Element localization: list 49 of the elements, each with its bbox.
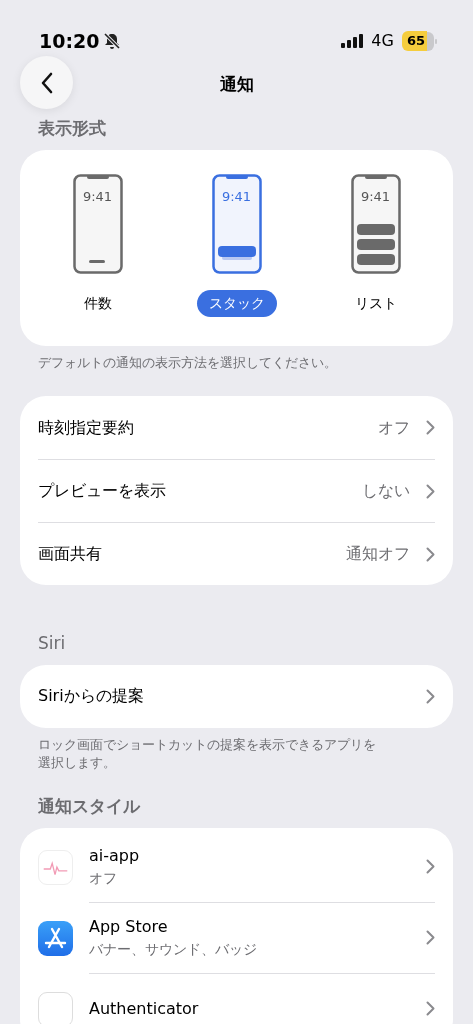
back-icon (39, 71, 54, 94)
phone-time: 9:41 (220, 187, 253, 206)
back-button[interactable] (20, 56, 73, 109)
style-option-label[interactable]: リスト (342, 289, 409, 317)
page-title: 通知 (219, 73, 254, 96)
chevron-icon (426, 688, 435, 704)
settings-row[interactable]: 画面共有 通知オフ (20, 522, 453, 586)
row-value: 通知オフ (346, 543, 410, 566)
chevron-icon (426, 859, 435, 874)
settings-row[interactable]: Siriからの提案 (20, 664, 453, 728)
row-value: オフ (378, 416, 410, 439)
app-detail: バナー、サウンド、バッジ (89, 940, 258, 959)
app-row[interactable]: App Store バナー、サウンド、バッジ (20, 902, 453, 974)
row-label: 時刻指定要約 (38, 416, 135, 439)
phone-drawing[interactable] (350, 173, 401, 274)
row-value: しない (362, 480, 410, 503)
style-option-label[interactable]: スタック (196, 289, 277, 317)
heartbeat-icon (38, 849, 73, 885)
settings-row[interactable]: 時刻指定要約 オフ (20, 396, 453, 460)
style-option-label[interactable]: 件数 (71, 289, 124, 317)
section-footer: デフォルトの通知の表示方法を選択してください。 (0, 345, 473, 373)
settings-row[interactable]: プレビューを表示 しない (20, 459, 453, 523)
chevron-icon (426, 930, 435, 945)
chevron-icon (426, 420, 435, 436)
app-store-icon (38, 920, 73, 956)
phone-drawing[interactable] (72, 173, 123, 274)
app-row[interactable]: Authenticator (20, 973, 453, 1024)
signal-icon (341, 34, 364, 48)
section-header: 通知スタイル (37, 795, 142, 818)
network-label: 4G (371, 30, 394, 52)
row-label: プレビューを表示 (38, 480, 167, 503)
chevron-icon (426, 546, 435, 562)
app-detail: オフ (89, 869, 118, 888)
chevron-icon (426, 1001, 435, 1016)
phone-time: 9:41 (81, 187, 114, 206)
chevron-icon (426, 483, 435, 499)
app-row[interactable]: ai-app オフ (20, 831, 453, 903)
muted-bell-icon (103, 32, 122, 50)
app-name: ai-app (89, 845, 141, 867)
section-footer: ロック画面でショートカットの提案を表示できるアプリを選択します。 (0, 727, 473, 772)
row-label: 画面共有 (38, 543, 103, 566)
row-label: Siriからの提案 (38, 685, 145, 708)
phone-time: 9:41 (359, 187, 392, 206)
app-name: App Store (89, 916, 169, 938)
section-header: 表示形式 (37, 117, 107, 140)
status-time: 10:20 (39, 28, 100, 54)
phone-drawing[interactable] (211, 173, 262, 274)
app-name: Authenticator (89, 997, 200, 1020)
section-header: Siri (37, 632, 67, 656)
